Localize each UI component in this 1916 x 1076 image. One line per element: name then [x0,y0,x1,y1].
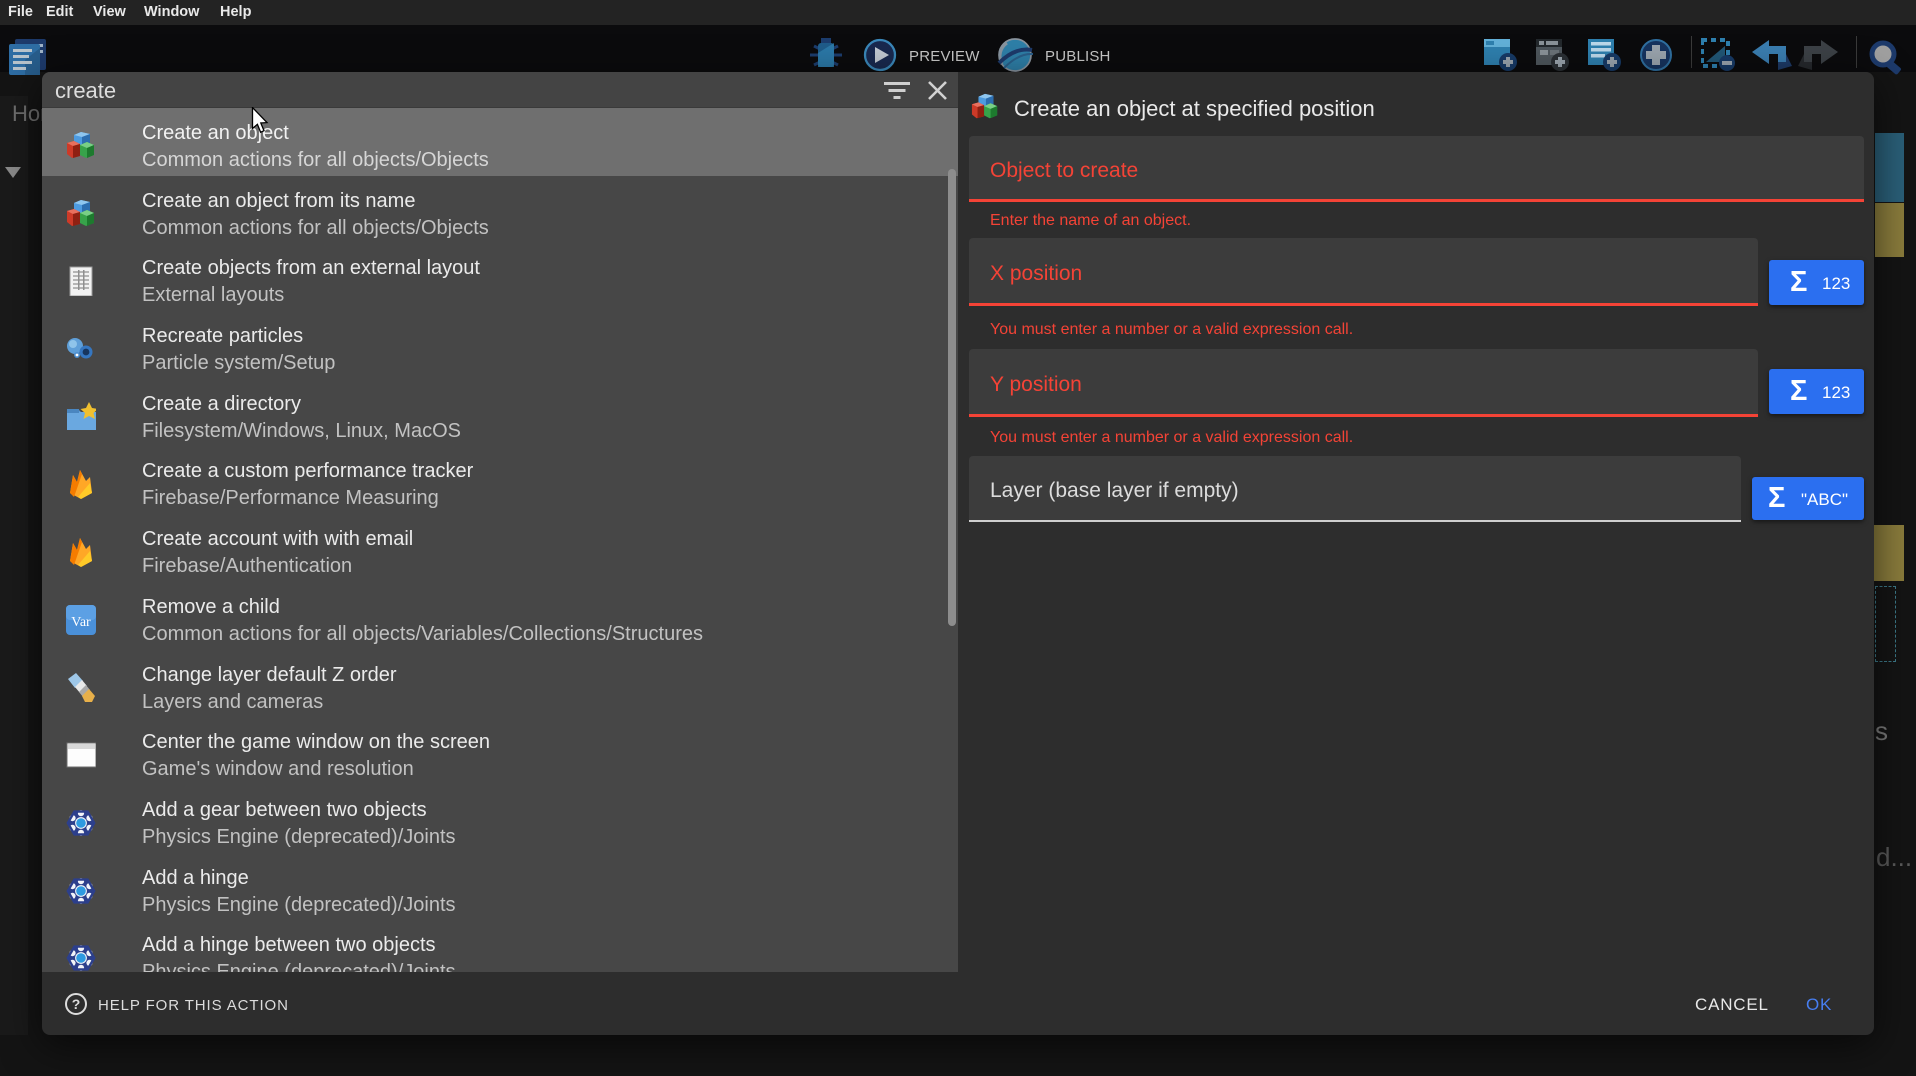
svg-text:?: ? [72,996,81,1012]
